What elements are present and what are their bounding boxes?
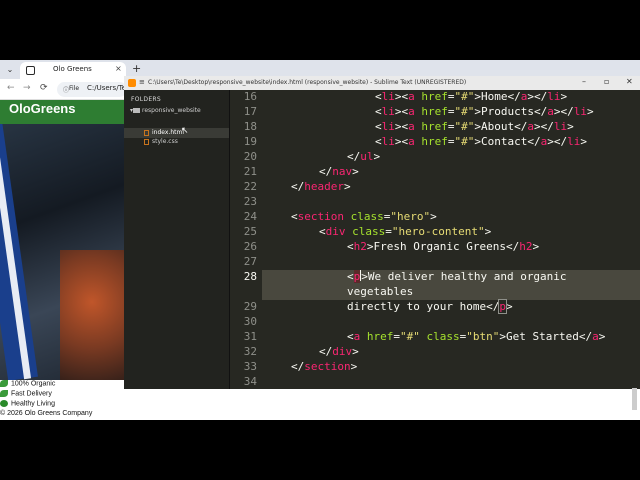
hero-image xyxy=(0,100,124,380)
mouse-cursor-icon: ↖ xyxy=(181,126,189,136)
code-lines: <li><a href="#">Home</a></li> <li><a hre… xyxy=(230,90,640,389)
hero-image-warm-area xyxy=(60,250,124,380)
code-line: </header> xyxy=(291,180,351,193)
code-line: <h2>Fresh Organic Greens</h2> xyxy=(347,240,540,253)
menu-icon[interactable]: ≡ xyxy=(139,78,145,86)
back-arrow-icon[interactable]: ← xyxy=(7,83,15,93)
sublime-title-bar: ≡ C:\Users\Te\Desktop\responsive_website… xyxy=(124,76,640,90)
maximize-icon[interactable]: ▫ xyxy=(604,77,609,86)
forward-arrow-icon[interactable]: → xyxy=(23,83,31,93)
features-list: 100% Organic Fast Delivery Healthy Livin… xyxy=(0,380,124,420)
globe-icon xyxy=(26,66,35,75)
tab-search-dropdown-icon[interactable]: ⌄ xyxy=(3,63,17,76)
feature-item: Healthy Living xyxy=(0,400,55,407)
webpage-viewport: OloGreens xyxy=(0,100,124,380)
code-line-current: <p>We deliver healthy and organic xyxy=(347,270,567,283)
address-bar[interactable]: ⓘ File C:/Users/Te/D xyxy=(57,82,127,97)
code-line: <section class="hero"> xyxy=(291,210,437,223)
close-tab-icon[interactable]: × xyxy=(115,64,122,73)
tab-title: Olo Greens xyxy=(53,65,92,73)
sublime-app-icon xyxy=(128,79,136,87)
code-editor[interactable]: 16 17 18 19 20 21 22 23 24 25 26 27 28 2… xyxy=(229,90,640,389)
site-footer: © 2026 Olo Greens Company xyxy=(0,410,93,417)
sidebar-folder-item[interactable]: ▾ responsive_website xyxy=(130,107,201,114)
address-url[interactable]: C:/Users/Te/D xyxy=(87,84,125,92)
code-line: </ul> xyxy=(347,150,381,163)
file-icon xyxy=(144,138,149,145)
browser-tab[interactable]: Olo Greens × xyxy=(20,62,126,79)
code-line: <div class="hero-content"> xyxy=(319,225,492,238)
code-line: <li><a href="#">About</a></li> xyxy=(375,120,574,133)
code-line-wrapped: vegetables xyxy=(347,285,414,298)
folders-header: FOLDERS xyxy=(131,96,162,103)
feature-item: Fast Delivery xyxy=(0,390,52,397)
code-line: </div> xyxy=(319,345,359,358)
scrollbar-thumb[interactable] xyxy=(632,388,637,410)
close-window-icon[interactable]: ✕ xyxy=(626,77,633,86)
new-tab-button[interactable]: + xyxy=(132,62,141,75)
file-label: style.css xyxy=(152,138,178,145)
site-header: OloGreens xyxy=(0,100,124,124)
site-logo-text[interactable]: OloGreens xyxy=(9,101,75,116)
leaf-icon xyxy=(0,380,8,387)
desktop-screen: ⌄ Olo Greens × + ← → ⟳ ⓘ File C:/Users/T… xyxy=(0,0,640,480)
code-line: directly to your home</p> xyxy=(347,299,513,314)
sidebar-file-item[interactable]: index.html xyxy=(144,129,184,136)
heart-icon xyxy=(0,400,8,407)
feature-label: 100% Organic xyxy=(11,380,56,388)
code-line: </nav> xyxy=(319,165,359,178)
code-line: <a href="#" class="btn">Get Started</a> xyxy=(347,330,606,343)
sublime-text-window: ≡ C:\Users\Te\Desktop\responsive_website… xyxy=(124,76,640,389)
sidebar-file-item[interactable]: style.css xyxy=(144,138,178,145)
feature-label: Fast Delivery xyxy=(11,390,52,398)
file-scheme-label: File xyxy=(69,85,80,92)
feature-label: Healthy Living xyxy=(11,400,55,408)
code-line: </section> xyxy=(291,360,358,373)
reload-icon[interactable]: ⟳ xyxy=(40,83,48,93)
truck-icon xyxy=(0,390,8,397)
code-line: <li><a href="#">Contact</a></li> xyxy=(375,135,587,148)
code-line: <li><a href="#">Products</a></li> xyxy=(375,105,594,118)
feature-item: 100% Organic xyxy=(0,380,55,387)
folder-icon xyxy=(133,108,141,113)
minimize-icon[interactable]: – xyxy=(582,77,586,86)
text-caret xyxy=(360,270,362,281)
window-title: C:\Users\Te\Desktop\responsive_website\i… xyxy=(148,79,467,86)
file-icon xyxy=(144,129,149,136)
sidebar-folders: FOLDERS ▾ responsive_website index.html s… xyxy=(124,90,229,389)
file-label: index.html xyxy=(152,129,184,136)
folder-label: responsive_website xyxy=(142,107,201,114)
code-line: <li><a href="#">Home</a></li> xyxy=(375,90,568,103)
